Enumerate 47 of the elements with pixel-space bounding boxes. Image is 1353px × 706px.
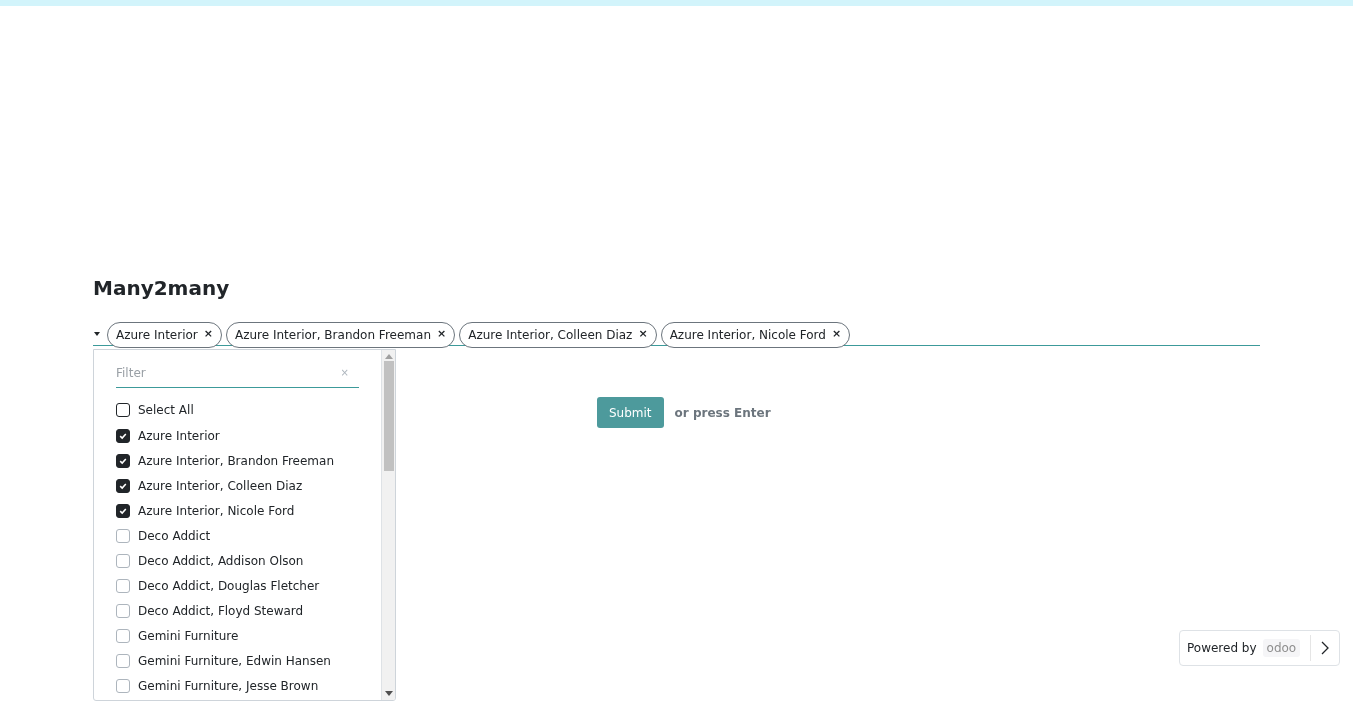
- checkbox[interactable]: [116, 553, 130, 568]
- option-item[interactable]: Deco Addict, Addison Olson: [116, 548, 359, 573]
- option-item[interactable]: Azure Interior, Colleen Diaz: [116, 473, 359, 498]
- tag-label: Azure Interior, Colleen Diaz: [468, 326, 633, 344]
- tag-label: Azure Interior, Brandon Freeman: [235, 326, 431, 344]
- checkbox[interactable]: [116, 603, 130, 618]
- option-item[interactable]: Azure Interior, Nicole Ford: [116, 498, 359, 523]
- option-item[interactable]: Gemini Furniture, Edwin Hansen: [116, 648, 359, 673]
- scroll-thumb[interactable]: [383, 361, 394, 471]
- chevron-right-icon[interactable]: [1321, 641, 1330, 655]
- checkbox[interactable]: [116, 678, 130, 693]
- option-item[interactable]: Gemini Furniture: [116, 623, 359, 648]
- checkbox[interactable]: [116, 428, 130, 443]
- remove-tag-button[interactable]: ×: [831, 326, 842, 343]
- odoo-logo: odoo: [1262, 639, 1301, 657]
- option-item[interactable]: Deco Addict, Douglas Fletcher: [116, 573, 359, 598]
- checkmark-icon: [119, 506, 127, 515]
- form-title: Many2many: [93, 275, 231, 302]
- scrollbar[interactable]: [381, 350, 395, 700]
- remove-tag-button[interactable]: ×: [203, 326, 213, 343]
- checkbox[interactable]: [116, 578, 130, 593]
- powered-by-text: Powered by: [1186, 640, 1258, 657]
- select-all-option[interactable]: Select All: [116, 397, 359, 423]
- checkmark-icon: [119, 456, 127, 465]
- checkbox[interactable]: [116, 628, 130, 643]
- checkbox[interactable]: [116, 453, 130, 468]
- remove-tag-button[interactable]: ×: [437, 326, 447, 343]
- remove-tag-button[interactable]: ×: [638, 326, 648, 343]
- checkbox[interactable]: [116, 478, 130, 493]
- option-item[interactable]: Deco Addict, Floyd Steward: [116, 598, 359, 623]
- checkbox[interactable]: [116, 528, 130, 543]
- checkbox[interactable]: [116, 503, 130, 518]
- checkmark-icon: [119, 431, 127, 440]
- option-item[interactable]: Deco Addict: [116, 523, 359, 548]
- caret-icon[interactable]: [93, 331, 101, 336]
- tag-input[interactable]: Azure Interior × Azure Interior, Brandon Freeman × Azure Interior, Colleen Diaz × Azure Interior, Nicole Ford ×: [93, 322, 1260, 346]
- tag-label: Azure Interior: [116, 326, 198, 344]
- checkbox[interactable]: [116, 403, 130, 417]
- scroll-down-icon[interactable]: [384, 691, 393, 696]
- option-item[interactable]: Azure Interior: [116, 423, 359, 448]
- tag-label: Azure Interior, Nicole Ford: [669, 326, 826, 344]
- scroll-up-icon[interactable]: [384, 354, 393, 359]
- option-item[interactable]: Gemini Furniture, Jesse Brown: [116, 673, 359, 698]
- checkmark-icon: [119, 481, 127, 490]
- option-item[interactable]: Azure Interior, Brandon Freeman: [116, 448, 359, 473]
- checkbox[interactable]: [116, 653, 130, 668]
- submit-hint: or press Enter: [674, 404, 771, 422]
